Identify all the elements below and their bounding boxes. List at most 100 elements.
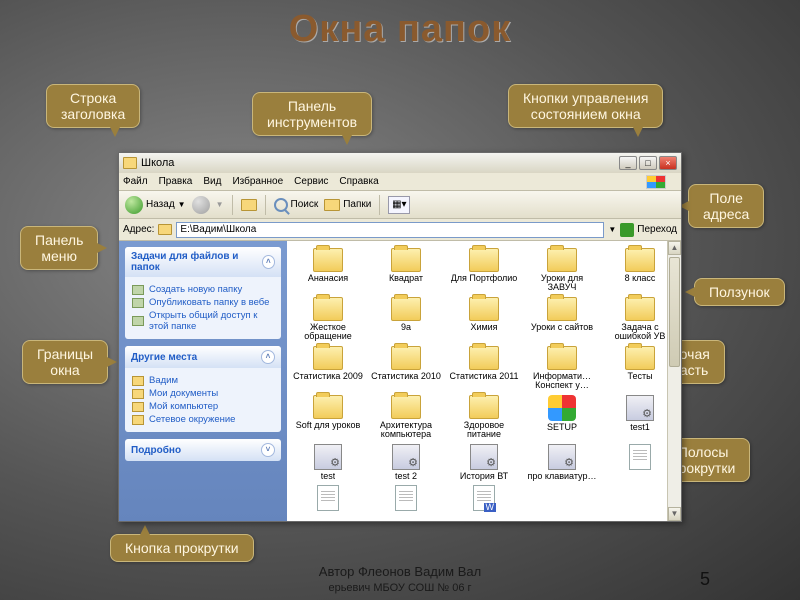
menu-bar: Файл Правка Вид Избранное Сервис Справка: [119, 173, 681, 191]
item-label: 9а: [401, 323, 411, 332]
file-item[interactable]: Статистика 2009: [289, 345, 367, 392]
file-item[interactable]: [289, 484, 367, 514]
go-button[interactable]: Переход: [620, 223, 677, 237]
search-button[interactable]: Поиск: [274, 198, 319, 212]
file-item[interactable]: Уроки с сайтов: [523, 296, 601, 343]
file-item[interactable]: [367, 484, 445, 514]
folder-icon: [313, 248, 343, 272]
folder-icon: [547, 248, 577, 272]
title-bar[interactable]: Школа _ □ ×: [119, 153, 681, 173]
window-title: Школа: [141, 157, 619, 169]
menu-view[interactable]: Вид: [203, 176, 221, 187]
file-item[interactable]: test: [289, 443, 367, 482]
folder-icon: [158, 224, 172, 235]
folder-icon: [625, 248, 655, 272]
scroll-track[interactable]: [668, 255, 681, 507]
minimize-button[interactable]: _: [619, 156, 637, 170]
folder-icon: [469, 297, 499, 321]
item-label: test: [321, 472, 336, 481]
document-icon: [317, 485, 339, 511]
address-bar: Адрес: ▼ Переход: [119, 219, 681, 241]
item-label: Архитектура компьютера: [371, 421, 441, 440]
collapse-icon[interactable]: ˄: [261, 350, 275, 364]
scroll-up-button[interactable]: ▲: [668, 241, 681, 255]
task-new-folder[interactable]: Создать новую папку: [132, 284, 274, 295]
place-network[interactable]: Сетевое окружение: [132, 414, 274, 425]
app-icon: [314, 444, 342, 470]
file-item[interactable]: Статистика 2010: [367, 345, 445, 392]
folder-icon: [469, 395, 499, 419]
maximize-button[interactable]: □: [639, 156, 657, 170]
item-label: Для Портфолио: [451, 274, 518, 283]
item-label: Жесткое обращение: [293, 323, 363, 342]
file-item[interactable]: История ВТ: [445, 443, 523, 482]
item-label: Статистика 2009: [293, 372, 363, 381]
callout-menu-bar: Панель меню: [20, 226, 98, 270]
app-icon: [548, 444, 576, 470]
file-item[interactable]: Химия: [445, 296, 523, 343]
folder-icon: [547, 297, 577, 321]
setup-icon: [548, 395, 576, 421]
file-item[interactable]: Для Портфолио: [445, 247, 523, 294]
menu-tools[interactable]: Сервис: [294, 176, 328, 187]
file-item[interactable]: Статистика 2011: [445, 345, 523, 392]
scroll-thumb[interactable]: [669, 257, 680, 367]
file-item[interactable]: Ананасия: [289, 247, 367, 294]
scroll-down-button[interactable]: ▼: [668, 507, 681, 521]
file-item[interactable]: Жесткое обращение: [289, 296, 367, 343]
menu-edit[interactable]: Правка: [159, 176, 193, 187]
slide-title: Окна папок: [0, 0, 800, 53]
address-input[interactable]: [176, 222, 604, 238]
menu-file[interactable]: Файл: [123, 176, 148, 187]
item-label: test 2: [395, 472, 417, 481]
place-mycomp[interactable]: Мой компьютер: [132, 401, 274, 412]
file-item[interactable]: Soft для уроков: [289, 394, 367, 441]
folder-icon: [625, 297, 655, 321]
file-item[interactable]: Информати… Конспект у…: [523, 345, 601, 392]
address-label: Адрес:: [123, 224, 154, 235]
file-item[interactable]: Уроки для ЗАВУЧ: [523, 247, 601, 294]
callout-borders: Границы окна: [22, 340, 108, 384]
menu-fav[interactable]: Избранное: [232, 176, 283, 187]
task-publish[interactable]: Опубликовать папку в вебе: [132, 297, 274, 308]
folder-icon: [313, 395, 343, 419]
item-label: Квадрат: [389, 274, 423, 283]
folder-icon: [391, 346, 421, 370]
details-panel: Подробно˅: [125, 439, 281, 461]
place-mydocs[interactable]: Мои документы: [132, 388, 274, 399]
file-item[interactable]: Квадрат: [367, 247, 445, 294]
explorer-window: Школа _ □ × Файл Правка Вид Избранное Се…: [118, 152, 682, 522]
close-button[interactable]: ×: [659, 156, 677, 170]
content-area[interactable]: Ананасия Квадрат Для Портфолио Уроки для ЗА…: [287, 241, 681, 521]
toolbar: Назад▼ ▼ Поиск Папки ▦▾: [119, 191, 681, 219]
views-button[interactable]: ▦▾: [388, 196, 410, 214]
callout-title-row: Строка заголовка: [46, 84, 140, 128]
callout-scroll-button: Кнопка прокрутки: [110, 534, 254, 562]
collapse-icon[interactable]: ˄: [262, 255, 275, 269]
item-label: Soft для уроков: [296, 421, 361, 430]
callout-address: Поле адреса: [688, 184, 764, 228]
file-item[interactable]: SETUP: [523, 394, 601, 441]
item-label: Химия: [470, 323, 497, 332]
place-vadim[interactable]: Вадим: [132, 375, 274, 386]
menu-help[interactable]: Справка: [339, 176, 378, 187]
app-icon: [470, 444, 498, 470]
expand-icon[interactable]: ˅: [261, 443, 275, 457]
task-share[interactable]: Открыть общий доступ к этой папке: [132, 310, 274, 332]
vertical-scrollbar[interactable]: ▲ ▼: [667, 241, 681, 521]
item-label: Статистика 2011: [449, 372, 518, 381]
folders-button[interactable]: Папки: [324, 199, 371, 211]
file-item[interactable]: 9а: [367, 296, 445, 343]
file-item[interactable]: test 2: [367, 443, 445, 482]
up-button[interactable]: [241, 199, 257, 211]
item-label: История ВТ: [460, 472, 508, 481]
file-item[interactable]: [445, 484, 523, 514]
file-item[interactable]: Архитектура компьютера: [367, 394, 445, 441]
forward-button[interactable]: [192, 196, 210, 214]
back-button[interactable]: Назад▼: [125, 196, 186, 214]
page-number: 5: [700, 569, 710, 590]
folder-icon: [391, 395, 421, 419]
folder-icon: [123, 157, 137, 169]
file-item[interactable]: Здоровое питание: [445, 394, 523, 441]
file-item[interactable]: про клавиатур…: [523, 443, 601, 482]
